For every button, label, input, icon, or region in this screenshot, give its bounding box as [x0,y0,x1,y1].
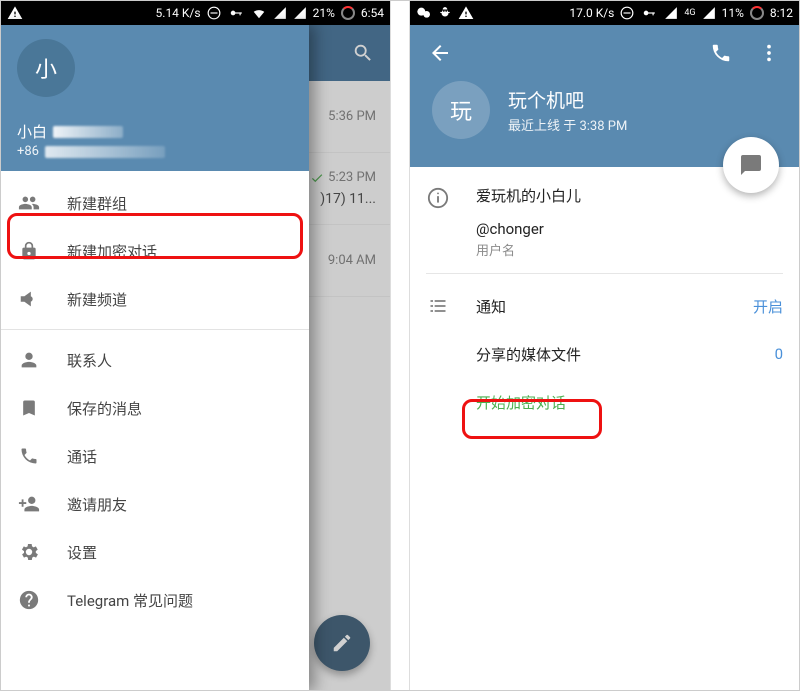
drawer-item-new-secret-chat[interactable]: 新建加密对话 [1,227,309,275]
warning-icon [7,5,23,21]
call-button[interactable] [697,29,745,77]
chat-icon [739,153,763,177]
do-not-disturb-icon [207,6,221,20]
drawer-list: 新建群组 新建加密对话 新建频道 联系人 保存的消息 [1,171,309,632]
avatar: 玩 [432,81,490,139]
username-label: 用户名 [476,240,783,259]
avatar-letter: 小 [35,52,57,84]
nav-drawer: 小 小白 +86 新建群组 新建加密对话 [1,25,309,691]
redacted-text [53,126,123,138]
signal-icon [293,6,307,20]
battery-text: 21% [313,6,335,20]
network-speed: 17.0 K/s [569,6,614,20]
row-label: 开始加密对话 [476,392,566,413]
divider [1,329,309,330]
info-icon [427,187,449,209]
warning-icon [458,5,474,21]
wifi-icon [251,6,267,20]
vpn-key-icon [227,6,245,20]
signal-icon [273,6,287,20]
drawer-phone-prefix: +86 [17,144,39,159]
bug-icon [438,6,452,20]
vpn-key-icon [640,6,658,20]
row-notifications[interactable]: 通知 开启 [410,282,799,330]
drawer-item-label: 邀请朋友 [67,494,127,515]
row-label: 通知 [476,296,506,317]
drawer-item-contacts[interactable]: 联系人 [1,336,309,384]
more-vert-icon [758,42,780,64]
drawer-item-label: 新建群组 [67,193,127,214]
drawer-item-label: Telegram 常见问题 [67,590,193,611]
network-speed: 5.14 K/s [156,6,201,20]
row-label: 分享的媒体文件 [476,344,581,365]
drawer-item-label: 设置 [67,542,97,563]
megaphone-icon [18,288,40,310]
back-button[interactable] [416,29,464,77]
signal-icon [702,6,716,20]
drawer-item-new-channel[interactable]: 新建频道 [1,275,309,323]
redacted-text [45,146,165,158]
drawer-item-new-group[interactable]: 新建群组 [1,179,309,227]
clock-text: 6:54 [361,6,384,20]
person-add-icon [18,493,40,515]
lock-icon [19,241,39,261]
group-icon [18,192,40,214]
network-type: 4G [684,8,695,18]
phone-screenshot-right: 17.0 K/s 4G 11% 8:12 [409,1,799,691]
drawer-item-settings[interactable]: 设置 [1,528,309,576]
info-section: 爱玩机的小白儿 @chonger 用户名 [426,185,783,259]
drawer-item-label: 联系人 [67,350,112,371]
phone-icon [710,42,732,64]
avatar-letter: 玩 [450,94,472,126]
drawer-item-label: 新建加密对话 [67,241,157,262]
drawer-header[interactable]: 小 小白 +86 [1,25,309,171]
drawer-item-label: 新建频道 [67,289,127,310]
avatar: 小 [17,39,75,97]
bookmark-icon [19,398,39,418]
clock-text: 8:12 [770,6,793,20]
row-start-secret-chat[interactable]: 开始加密对话 [410,378,799,426]
loading-spinner-icon [750,6,764,20]
drawer-scrim[interactable] [309,25,390,691]
arrow-back-icon [428,41,452,65]
row-value: 开启 [753,296,783,317]
do-not-disturb-icon [620,6,634,20]
drawer-item-label: 保存的消息 [67,398,142,419]
signal-icon [664,6,678,20]
drawer-item-invite-friends[interactable]: 邀请朋友 [1,480,309,528]
drawer-item-calls[interactable]: 通话 [1,432,309,480]
drawer-item-label: 通话 [67,446,97,467]
row-value: 0 [775,345,783,363]
drawer-item-faq[interactable]: Telegram 常见问题 [1,576,309,624]
list-icon [428,296,448,316]
message-fab[interactable] [723,137,779,193]
profile-name: 玩个机吧 [508,86,627,113]
help-icon [18,589,40,611]
phone-screenshot-left: 5.14 K/s 21% 6:54 5:36 PM 5:23 PM [1,1,391,691]
drawer-name: 小白 [17,121,47,142]
more-button[interactable] [745,29,793,77]
gear-icon [18,541,40,563]
loading-spinner-icon [341,6,355,20]
wechat-icon [416,5,432,21]
row-shared-media[interactable]: 分享的媒体文件 0 [410,330,799,378]
profile-username[interactable]: @chonger [476,220,783,238]
battery-text: 11% [722,6,744,20]
person-icon [18,349,40,371]
phone-icon [19,446,39,466]
status-bar: 17.0 K/s 4G 11% 8:12 [410,1,799,25]
divider [426,273,783,274]
profile-status: 最近上线 于 3:38 PM [508,115,627,134]
status-bar: 5.14 K/s 21% 6:54 [1,1,390,25]
drawer-item-saved-messages[interactable]: 保存的消息 [1,384,309,432]
